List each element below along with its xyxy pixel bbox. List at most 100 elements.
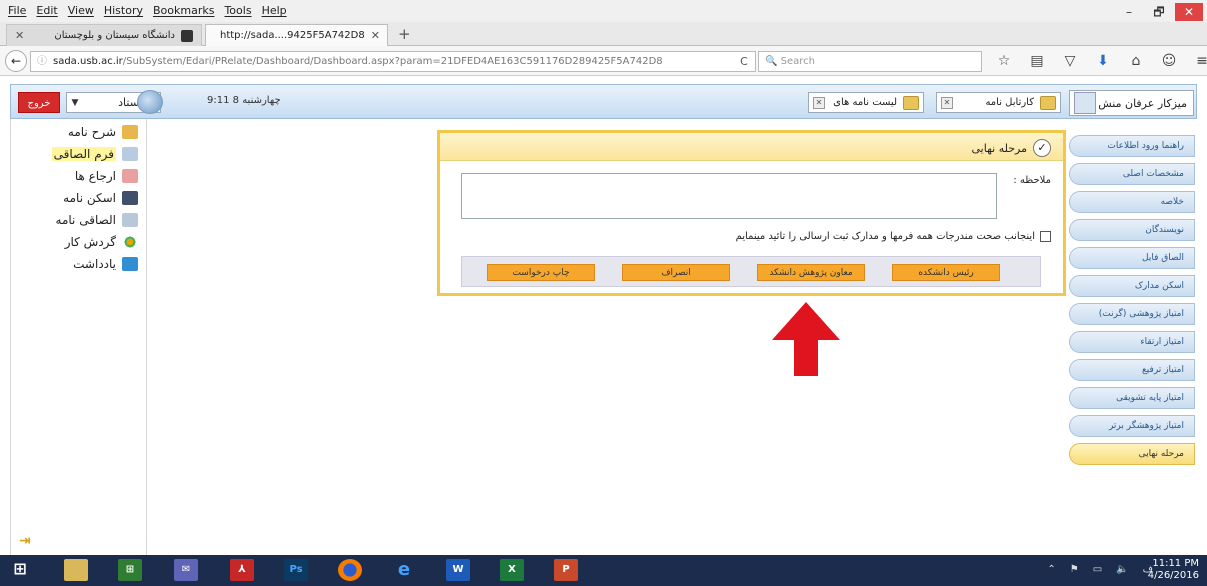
app-toolbar: خروج ▼ استاد 9:11 چهارشنبه 8 ✕ لیست نامه… bbox=[10, 84, 1197, 119]
clock-time: 11:11 PM bbox=[1152, 558, 1199, 569]
network-icon[interactable]: ▭ bbox=[1093, 564, 1102, 575]
menu-history[interactable]: History bbox=[104, 4, 143, 17]
logout-button[interactable]: خروج bbox=[18, 92, 60, 113]
left-item-label: یادداشت bbox=[73, 257, 116, 271]
left-item-letter-description[interactable]: شرح نامه bbox=[68, 125, 138, 139]
windows-start-icon[interactable]: ⊞ bbox=[10, 559, 30, 581]
right-nav-guide[interactable]: راهنما ورود اطلاعات bbox=[1069, 135, 1195, 157]
avatar bbox=[1074, 92, 1096, 114]
url-bar[interactable]: ⓘ sada.usb.ac.ir /SubSystem/Edari/PRelat… bbox=[30, 51, 756, 72]
scanner-icon bbox=[122, 191, 138, 205]
note-label: ملاحظه : bbox=[1013, 175, 1051, 186]
confirm-text: اینجانب صحت مندرجات همه فرمها و مدارک ثب… bbox=[735, 231, 1035, 242]
right-nav-grant-score[interactable]: امتیاز پژوهشی (گرنت) bbox=[1069, 303, 1195, 325]
confirm-checkbox[interactable] bbox=[1040, 231, 1051, 242]
right-nav-scan-documents[interactable]: اسکن مدارک bbox=[1069, 275, 1195, 297]
close-icon[interactable]: ✕ bbox=[941, 96, 953, 109]
powerpoint-icon[interactable]: P bbox=[554, 559, 578, 581]
envelope-icon bbox=[122, 125, 138, 139]
home-icon[interactable]: ⌂ bbox=[1128, 53, 1144, 69]
new-tab-button[interactable]: + bbox=[398, 25, 411, 43]
right-nav-summary[interactable]: خلاصه bbox=[1069, 191, 1195, 213]
volume-icon[interactable]: 🔈 bbox=[1116, 564, 1128, 575]
left-item-attachments[interactable]: الصاقی نامه bbox=[56, 213, 138, 227]
reload-button[interactable]: C bbox=[734, 51, 754, 72]
file-explorer-icon[interactable] bbox=[64, 559, 88, 581]
word-icon[interactable]: W bbox=[446, 559, 470, 581]
referral-icon bbox=[122, 169, 138, 183]
info-icon[interactable]: ⓘ bbox=[37, 52, 47, 71]
menu-help[interactable]: Help bbox=[262, 4, 287, 17]
close-tab-icon[interactable]: ✕ bbox=[371, 29, 380, 42]
left-item-attached-form[interactable]: فرم الصاقی bbox=[51, 147, 138, 161]
url-host: sada.usb.ac.ir bbox=[53, 56, 123, 67]
close-icon[interactable]: ✕ bbox=[813, 96, 825, 109]
chevron-up-icon[interactable]: ⌃ bbox=[1047, 564, 1055, 575]
download-icon[interactable]: ⬇ bbox=[1095, 53, 1111, 69]
flag-icon[interactable]: ⚑ bbox=[1070, 564, 1079, 575]
right-nav-top-researcher-score[interactable]: امتیاز پژوهشگر برتر bbox=[1069, 415, 1195, 437]
mail-icon[interactable]: ✉ bbox=[174, 559, 198, 581]
expand-arrow-icon[interactable]: ⇥ bbox=[19, 533, 31, 549]
right-nav-attach-file[interactable]: الصاق فایل bbox=[1069, 247, 1195, 269]
menu-edit[interactable]: Edit bbox=[36, 4, 57, 17]
chevron-down-icon[interactable]: ▼ bbox=[67, 98, 83, 108]
tab-sada[interactable]: http://sada....9425F5A742D8 ✕ bbox=[205, 24, 388, 46]
faculty-dean-button[interactable]: رئیس دانشکده bbox=[892, 264, 1000, 281]
left-item-notes[interactable]: یادداشت bbox=[73, 257, 138, 271]
left-item-scan-letter[interactable]: اسکن نامه bbox=[63, 191, 138, 205]
cancel-button[interactable]: انصراف bbox=[622, 264, 730, 281]
tab-cartable-label: کارتابل نامه bbox=[985, 97, 1034, 108]
star-icon[interactable]: ☆ bbox=[996, 53, 1012, 69]
search-input[interactable]: 🔍 Search bbox=[758, 51, 982, 72]
menu-file[interactable]: File bbox=[8, 4, 26, 17]
ie-icon[interactable]: e bbox=[392, 559, 416, 581]
tab-university[interactable]: ✕ دانشگاه سیستان و بلوچستان bbox=[6, 24, 202, 46]
minimize-button[interactable]: – bbox=[1115, 3, 1143, 21]
tab-title: http://sada....9425F5A742D8 bbox=[220, 30, 365, 41]
photoshop-icon[interactable]: Ps bbox=[284, 559, 308, 581]
tab-cartable[interactable]: ✕ کارتابل نامه bbox=[936, 92, 1061, 113]
notes-icon bbox=[122, 257, 138, 271]
close-window-button[interactable]: ✕ bbox=[1175, 3, 1203, 21]
refresh-globe-icon[interactable] bbox=[137, 90, 163, 114]
dialog-title: مرحله نهایی bbox=[971, 141, 1027, 155]
menu-icon[interactable]: ≡ bbox=[1194, 53, 1207, 69]
close-tab-icon[interactable]: ✕ bbox=[15, 29, 24, 42]
taskbar: ⊞ ⊞ ✉ ⅄ Ps e W X P ⌃ ⚑ ▭ 🔈 ف 11:11 PM 4/… bbox=[0, 555, 1207, 586]
pocket-icon[interactable]: ▽ bbox=[1062, 53, 1078, 69]
left-item-label: گردش کار bbox=[64, 235, 116, 249]
menu-view[interactable]: View bbox=[68, 4, 94, 17]
sync-icon[interactable]: ☺ bbox=[1161, 53, 1177, 69]
menu-tools[interactable]: Tools bbox=[224, 4, 251, 17]
reading-list-icon[interactable]: ▤ bbox=[1029, 53, 1045, 69]
right-nav-promotion-score[interactable]: امتیاز ارتقاء bbox=[1069, 331, 1195, 353]
back-button[interactable]: ← bbox=[5, 50, 27, 72]
search-placeholder: Search bbox=[780, 56, 815, 67]
right-nav-incentive-score[interactable]: امتیاز پایه تشویقی bbox=[1069, 387, 1195, 409]
left-item-workflow[interactable]: گردش کار bbox=[65, 235, 138, 249]
clock[interactable]: 11:11 PM 4/26/2016 bbox=[1148, 558, 1199, 582]
right-nav-final-stage[interactable]: مرحله نهایی bbox=[1069, 443, 1195, 465]
excel-icon[interactable]: X bbox=[500, 559, 524, 581]
right-nav-main-info[interactable]: مشخصات اصلی bbox=[1069, 163, 1195, 185]
check-circle-icon: ✓ bbox=[1033, 139, 1051, 157]
note-textarea[interactable] bbox=[461, 173, 997, 219]
print-request-button[interactable]: چاپ درخواست bbox=[487, 264, 595, 281]
user-workspace[interactable]: میزکار عرفان منش bbox=[1069, 90, 1194, 116]
acrobat-icon[interactable]: ⅄ bbox=[230, 559, 254, 581]
store-icon[interactable]: ⊞ bbox=[118, 559, 142, 581]
maximize-button[interactable]: 🗗 bbox=[1145, 3, 1173, 21]
right-nav-upgrade-score[interactable]: امتیاز ترفیع bbox=[1069, 359, 1195, 381]
tab-letters-list[interactable]: ✕ لیست نامه های bbox=[808, 92, 924, 113]
url-path: /SubSystem/Edari/PRelate/Dashboard/Dashb… bbox=[122, 56, 663, 67]
tab-bar: ✕ دانشگاه سیستان و بلوچستان http://sada.… bbox=[0, 22, 1207, 46]
workflow-icon bbox=[122, 235, 138, 249]
left-item-label: فرم الصاقی bbox=[51, 147, 116, 161]
menu-bookmarks[interactable]: Bookmarks bbox=[153, 4, 214, 17]
firefox-icon[interactable] bbox=[338, 559, 362, 581]
left-item-referrals[interactable]: ارجاع ها bbox=[75, 169, 138, 183]
right-nav-authors[interactable]: نویسندگان bbox=[1069, 219, 1195, 241]
attachment-icon bbox=[122, 213, 138, 227]
vice-dean-research-button[interactable]: معاون پژوهش دانشکد bbox=[757, 264, 865, 281]
